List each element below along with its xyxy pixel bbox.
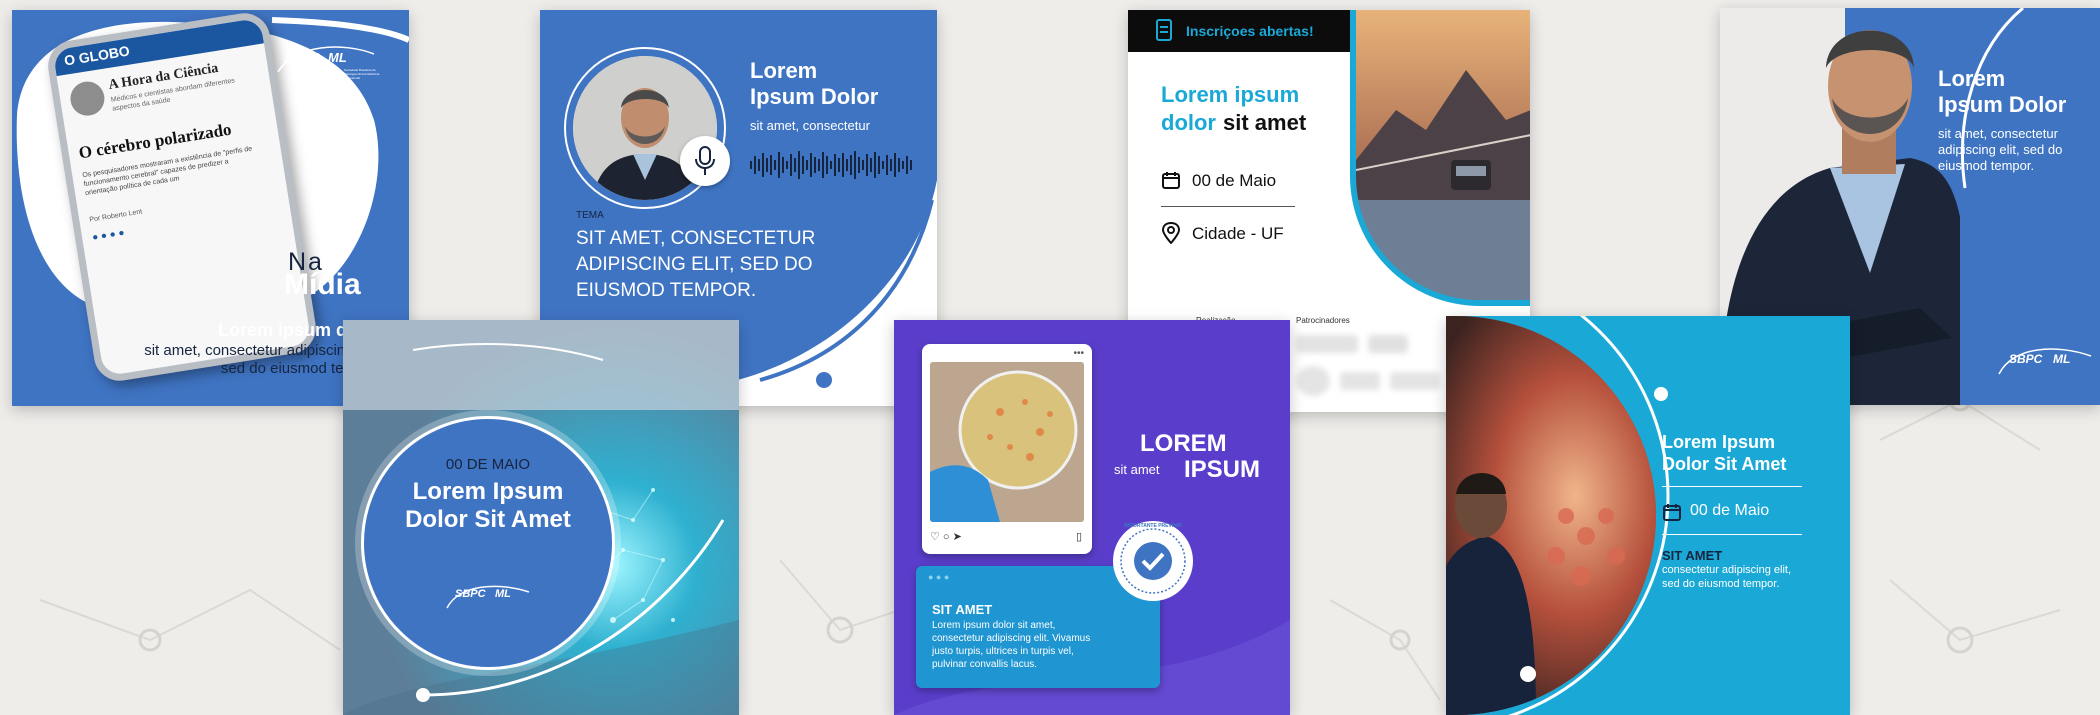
tema-label: TEMA — [576, 210, 604, 221]
card-f-title-2: IPSUM — [1184, 456, 1261, 483]
banner-text: Inscriçoes abertas! — [1186, 23, 1314, 39]
tema-line-1: SIT AMET, CONSECTETUR — [576, 228, 816, 249]
card-g-title-1: Lorem Ipsum — [1662, 432, 1776, 452]
sponsor-logo-blurred — [1368, 335, 1408, 353]
article-byline: Por Roberto Lent — [88, 208, 143, 224]
card-d-title-1: Lorem — [1938, 66, 2006, 91]
petri-dish-photo — [930, 362, 1084, 522]
card-b-title-1: Lorem — [750, 58, 818, 83]
importante-prevenir-seal: IMPORTANTE PREVINIR — [1112, 520, 1194, 602]
sbpc-logo: SBPC ML — [443, 576, 533, 616]
sponsor-logo-blurred — [1340, 372, 1380, 390]
sbpc-logo: SBPC · ML Sociedade Brasileira de Patolo… — [274, 38, 386, 80]
card-c-location: Cidade - UF — [1192, 224, 1284, 243]
box-line-4: pulvinar convallis lacus. — [932, 659, 1038, 670]
box-title: SIT AMET — [932, 602, 993, 617]
tema-line-2: ADIPISCING ELIT, SED DO — [576, 254, 813, 275]
card-e-title-1: Lorem Ipsum — [412, 478, 564, 505]
newspaper-logo: O GLOBO — [62, 42, 131, 69]
document-icon — [1156, 19, 1172, 41]
calendar-icon — [1162, 172, 1180, 189]
divider — [1662, 534, 1802, 535]
columnist-avatar — [67, 79, 107, 119]
microphone-button[interactable] — [680, 136, 730, 186]
sponsor-logo-blurred — [1296, 366, 1330, 396]
card-g-sub-title: SIT AMET — [1662, 548, 1723, 563]
tema-line-3: EIUSMOD TEMPOR. — [576, 280, 757, 301]
post-action-icons[interactable]: ♡ ○ ➤ — [930, 530, 962, 543]
box-line-3: justo turpis, ultrices in turpis vel, — [932, 646, 1074, 657]
microphone-icon — [695, 146, 715, 175]
card-d-sub-1: sit amet, consectetur — [1938, 126, 2058, 141]
patrocinadores-label: Patrocinadores — [1296, 316, 1350, 325]
card-g-sub-2: sed do eiusmod tempor. — [1662, 578, 1780, 590]
post-card-palestra[interactable]: Lorem Ipsum Dolor Sit Amet 00 de Maio SI… — [1446, 316, 1850, 715]
box-line-2: consectetur adipiscing elit. Vivamus — [932, 633, 1091, 644]
card-c-title-2b: sit amet — [1223, 110, 1307, 135]
card-g-sub-1: consectetur adipiscing elit, — [1662, 564, 1792, 576]
divider — [1662, 486, 1802, 487]
card-f-title-small: sit amet — [1114, 462, 1160, 477]
card-e-date: 00 DE MAIO — [445, 456, 531, 473]
divider — [1161, 206, 1295, 207]
audio-waveform — [750, 151, 912, 179]
post-card-science[interactable]: 00 DE MAIO Lorem Ipsum Dolor Sit Amet SB… — [343, 320, 739, 715]
card-d-title-2: Ipsum Dolor — [1938, 92, 2067, 117]
card-c-date: 00 de Maio — [1192, 171, 1277, 190]
card-b-subtitle: sit amet, consectetur — [750, 118, 870, 133]
sponsor-logo-blurred — [1390, 372, 1440, 390]
card-d-sub-2: adipiscing elit, sed do — [1938, 142, 2063, 157]
window-dots-icon: ● ● ● — [928, 572, 950, 582]
city-photo — [1350, 10, 1530, 306]
midia-label: Mídia — [284, 268, 361, 301]
circle-panel — [361, 416, 615, 670]
card-c-title-2a: dolor — [1161, 110, 1216, 135]
card-b-title-2: Ipsum Dolor — [750, 84, 879, 109]
card-d-sub-3: eiusmod tempor. — [1938, 158, 2035, 173]
bookmark-icon[interactable]: ▯ — [1076, 530, 1082, 543]
sponsor-logo-blurred — [1296, 335, 1358, 353]
social-icons: ● ● ● ● — [91, 227, 126, 244]
box-line-1: Lorem ipsum dolor sit amet, — [932, 620, 1056, 631]
card-e-title-2: Dolor Sit Amet — [405, 506, 571, 533]
calendar-icon — [1663, 504, 1681, 521]
sbpc-logo: SBPC ML — [1995, 338, 2095, 384]
social-post-mockup: ••• ♡ ○ ➤ ▯ — [922, 344, 1092, 554]
card-c-title-1: Lorem ipsum — [1161, 82, 1300, 107]
card-f-title-1: LOREM — [1140, 430, 1227, 457]
card-g-title-2: Dolor Sit Amet — [1662, 454, 1787, 474]
card-g-date: 00 de Maio — [1690, 502, 1770, 519]
more-options-icon[interactable]: ••• — [1073, 348, 1084, 359]
post-card-prevencao[interactable]: ••• ♡ ○ ➤ ▯ LOREM sit amet IPSUM ● ● ● S… — [894, 320, 1290, 715]
arc-decoration — [1507, 316, 1670, 715]
location-pin-icon — [1161, 222, 1181, 244]
